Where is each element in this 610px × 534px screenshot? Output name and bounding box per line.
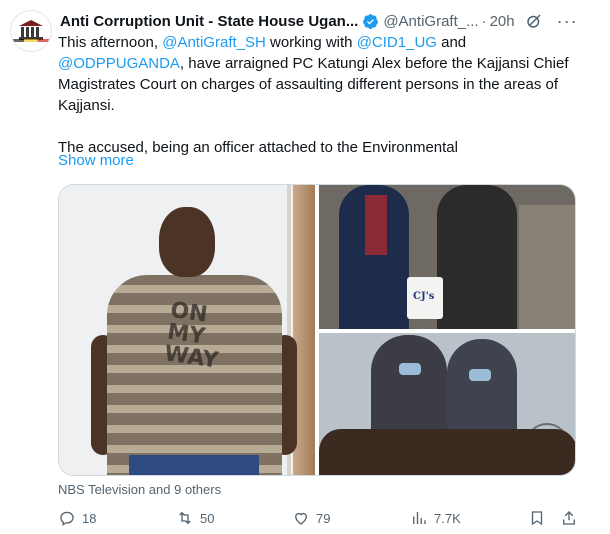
photo-accused[interactable]: ON MY WAY (59, 185, 315, 475)
photo-escort[interactable]: CJ's (319, 185, 575, 329)
views-count: 7.7K (434, 510, 461, 526)
share-button[interactable] (560, 506, 578, 530)
reply-button[interactable]: 18 (58, 506, 96, 530)
share-icon (563, 511, 575, 525)
media-attribution[interactable]: NBS Television and 9 others (58, 482, 221, 497)
tweet-text: This afternoon, @AntiGraft_SH working wi… (58, 32, 590, 158)
display-name[interactable]: Anti Corruption Unit - State House Ugan.… (60, 13, 358, 30)
tweet-header: Anti Corruption Unit - State House Ugan.… (60, 10, 600, 32)
handle[interactable]: @AntiGraft_... (383, 13, 478, 30)
show-more-link[interactable]: Show more (58, 152, 134, 169)
retweet-button[interactable]: 50 (176, 506, 214, 530)
reply-icon (60, 511, 74, 527)
tweet-text-para2: The accused, being an officer attached t… (58, 139, 458, 156)
retweet-icon (179, 511, 191, 525)
bookmark-icon (531, 511, 543, 526)
mention-link[interactable]: @AntiGraft_SH (162, 34, 266, 51)
shirt-print: ON MY WAY (162, 297, 220, 374)
like-count: 79 (316, 510, 331, 526)
reply-count: 18 (82, 510, 97, 526)
mention-link[interactable]: @ODPPUGANDA (58, 55, 180, 72)
views-icon (413, 512, 426, 524)
bookmark-button[interactable] (528, 506, 546, 530)
retweet-count: 50 (200, 510, 215, 526)
verified-badge-icon (363, 13, 379, 29)
timestamp[interactable]: 20h (490, 13, 515, 30)
views-button[interactable]: 7.7K (410, 506, 461, 530)
photo-court[interactable] (319, 333, 575, 475)
more-icon[interactable]: ··· (557, 12, 578, 30)
grok-icon[interactable] (525, 12, 543, 30)
avatar[interactable] (10, 10, 52, 52)
bag: CJ's (407, 277, 443, 319)
like-icon (295, 512, 307, 525)
mention-link[interactable]: @CID1_UG (357, 34, 437, 51)
like-button[interactable]: 79 (292, 506, 330, 530)
separator: · (481, 12, 487, 30)
action-bar: 18 50 79 7.7K (58, 506, 590, 530)
media-grid: ON MY WAY CJ's (58, 184, 576, 476)
